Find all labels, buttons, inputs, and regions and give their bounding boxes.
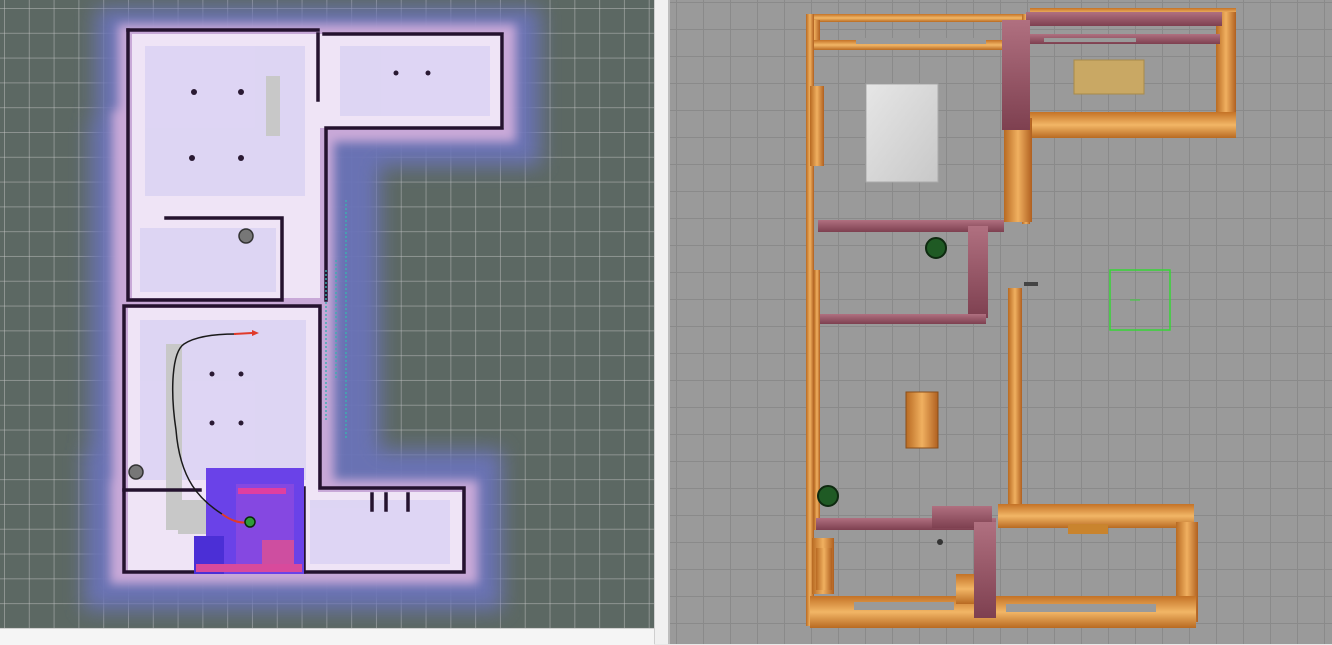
target-square-icon[interactable] (1109, 269, 1171, 331)
marble-table (865, 83, 939, 183)
wooden-block (816, 548, 832, 590)
occupancy-map (84, 8, 540, 610)
vertical-scrollbar[interactable] (654, 0, 669, 644)
small-object (1024, 282, 1038, 286)
robot-icon[interactable] (244, 516, 256, 528)
wooden-shelf (1068, 524, 1108, 534)
rviz-panel (0, 0, 669, 645)
plant (817, 485, 839, 507)
obstacle-round (128, 464, 144, 480)
plant (925, 237, 947, 259)
status-strip (0, 628, 654, 645)
wooden-box (1073, 59, 1145, 95)
wooden-table (905, 391, 939, 449)
obstacle-round (238, 228, 254, 244)
rviz-map-view[interactable] (0, 0, 654, 628)
gazebo-panel[interactable] (670, 0, 1332, 644)
small-object (937, 539, 943, 545)
gazebo-3d-scene (806, 8, 1236, 628)
